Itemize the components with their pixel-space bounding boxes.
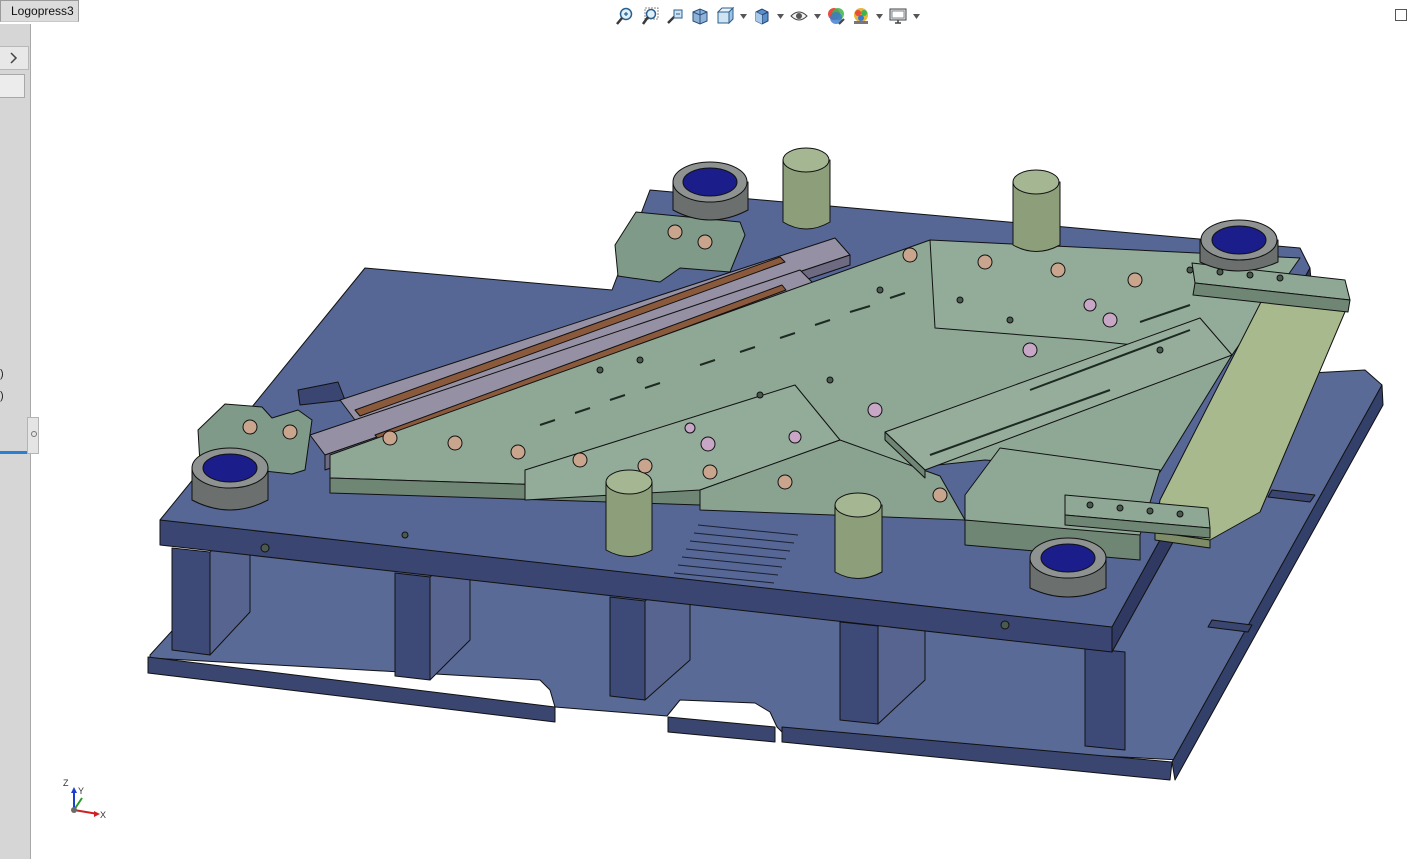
view-settings-button[interactable] <box>887 5 909 27</box>
coordinate-triad: Z Y X <box>58 776 110 824</box>
zoom-to-fit-icon <box>616 7 633 25</box>
apply-scene-dropdown[interactable] <box>875 5 884 27</box>
expand-panel-button[interactable] <box>0 46 29 70</box>
hide-show-items-button[interactable] <box>788 5 810 27</box>
riser-3 <box>609 596 646 701</box>
previous-view-button[interactable] <box>664 5 686 27</box>
guide-pillar <box>1012 169 1061 252</box>
riser-1 <box>171 547 211 656</box>
hide-show-items-icon <box>790 11 808 21</box>
tree-item-fragment: ) <box>0 368 4 380</box>
axis-label-y: Y <box>78 786 85 796</box>
caret-down-icon <box>876 13 883 19</box>
riser-2 <box>394 572 431 681</box>
view-settings-icon <box>889 8 907 24</box>
riser-4 <box>839 621 879 725</box>
maximize-viewport-button[interactable] <box>1395 9 1407 21</box>
selection-highlight-bar <box>0 451 28 454</box>
guide-pillar <box>605 469 653 557</box>
hide-show-items-dropdown[interactable] <box>813 5 822 27</box>
view-orientation-dropdown[interactable] <box>739 5 748 27</box>
caret-down-icon <box>913 13 920 19</box>
guide-pillar <box>782 147 831 230</box>
guide-bushing <box>672 161 749 221</box>
caret-down-icon <box>740 13 747 19</box>
previous-view-icon <box>667 9 683 24</box>
guide-bushing <box>191 447 269 511</box>
display-style-dropdown[interactable] <box>776 5 785 27</box>
riser-5 <box>1084 647 1126 751</box>
view-orientation-button[interactable] <box>714 5 736 27</box>
tab-logopress3[interactable]: Logopress3 <box>0 0 79 22</box>
zoom-to-fit-button[interactable] <box>614 5 636 27</box>
panel-separator <box>0 22 31 24</box>
guide-pillar <box>834 492 883 579</box>
caret-down-icon <box>777 13 784 19</box>
edit-appearance-button[interactable] <box>825 5 847 27</box>
axis-label-z: Z <box>63 778 69 788</box>
die-assembly-model[interactable] <box>32 28 1428 859</box>
panel-filter-box[interactable] <box>0 74 25 98</box>
apply-scene-icon <box>854 8 868 24</box>
edit-appearance-icon <box>828 8 845 25</box>
display-style-button[interactable] <box>751 5 773 27</box>
axis-label-x: X <box>100 810 107 820</box>
tree-item-fragment: ) <box>0 390 4 402</box>
guide-bushing <box>1029 537 1107 598</box>
section-view-icon <box>692 8 708 25</box>
section-view-button[interactable] <box>689 5 711 27</box>
chevron-right-icon <box>10 52 18 64</box>
view-orientation-icon <box>716 6 735 25</box>
mid-base-front <box>667 716 776 743</box>
apply-scene-button[interactable] <box>850 5 872 27</box>
caret-down-icon <box>814 13 821 19</box>
display-style-icon <box>755 8 769 25</box>
cad-application-window: ) ) Logopress3 Z Y X <box>0 0 1428 859</box>
zoom-to-area-button[interactable] <box>639 5 661 27</box>
guide-bushing <box>1199 219 1279 272</box>
graphics-viewport[interactable] <box>32 28 1428 859</box>
heads-up-view-toolbar <box>614 4 921 28</box>
view-settings-dropdown[interactable] <box>912 5 921 27</box>
zoom-to-area-icon <box>641 7 659 25</box>
